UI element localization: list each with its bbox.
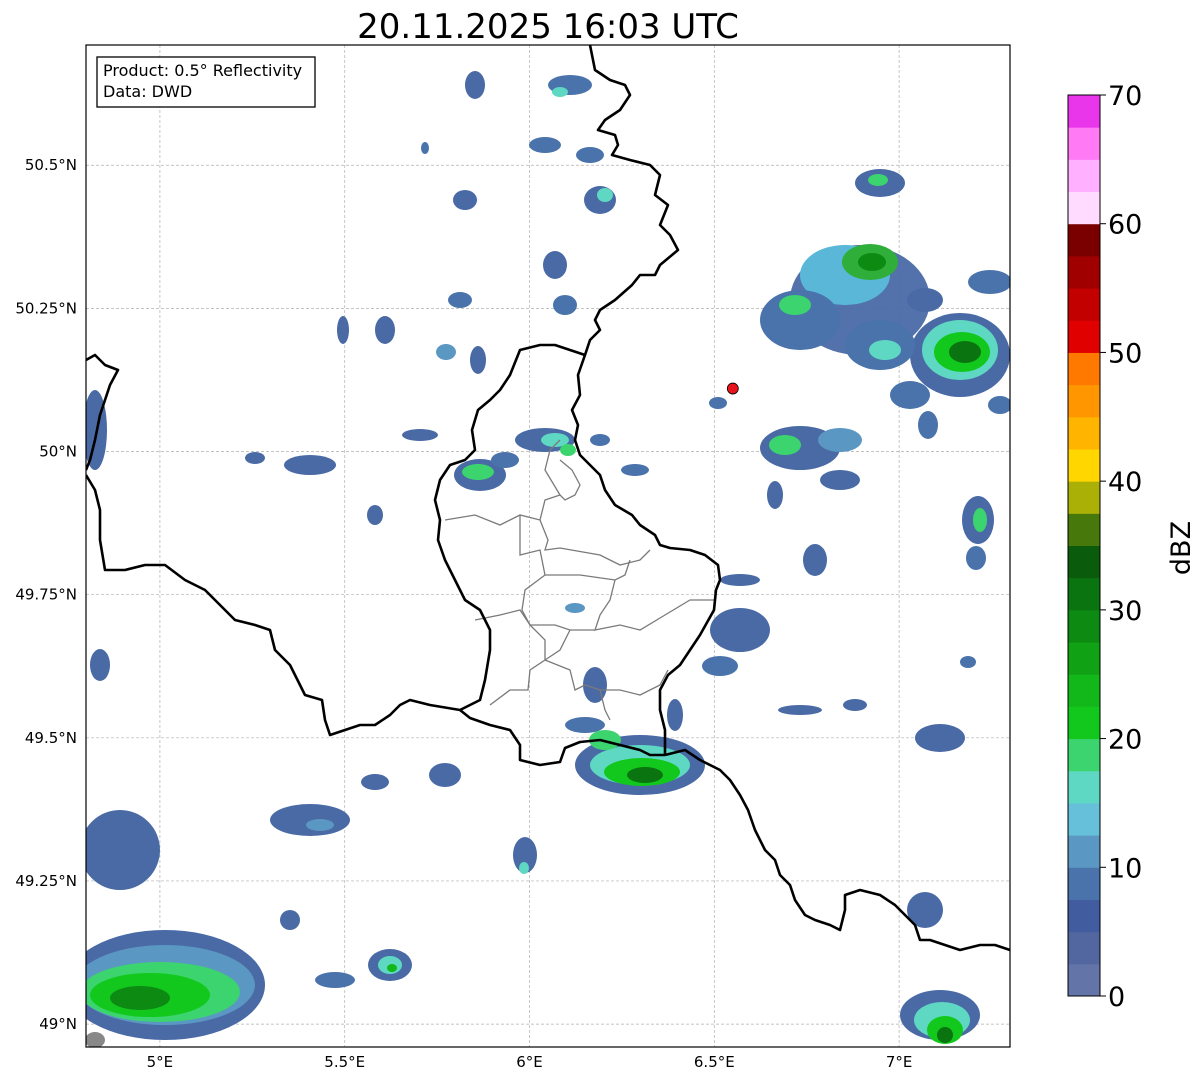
colorbar-segment [1068,770,1100,804]
colorbar-segment [1068,288,1100,321]
latitude-labels: 50.5°N 50.25°N 50°N 49.75°N 49.5°N 49.25°N 49°… [15,156,77,1033]
lat-tick-label: 49.75°N [15,586,77,604]
colorbar-segment [1068,255,1100,289]
lon-tick-label: 7°E [886,1053,913,1071]
colorbar-tick-label: 50 [1108,338,1142,369]
colorbar-segment [1068,191,1100,225]
longitude-labels: 5°E 5.5°E 6°E 6.5°E 7°E [147,1053,913,1071]
colorbar-segment [1068,642,1100,675]
radar-site-marker [726,382,739,395]
colorbar-tick-label: 70 [1108,81,1142,112]
colorbar-segment [1068,416,1100,450]
colorbar-segment [1068,384,1100,418]
lat-tick-label: 50.5°N [25,156,77,174]
colorbar-tick-label: 40 [1108,467,1142,498]
colorbar-segment [1068,674,1100,707]
colorbar-tick-label: 20 [1108,725,1142,756]
colorbar-segment [1068,95,1100,128]
colorbar-segment [1068,931,1100,965]
info-box: Product: 0.5° Reflectivity Data: DWD [96,56,316,108]
map-title: 20.11.2025 16:03 UTC [357,7,739,47]
lon-tick-label: 6.5°E [694,1053,735,1071]
colorbar-tick-label: 60 [1108,210,1142,241]
colorbar-segment [1068,223,1100,257]
colorbar-tick-label: 10 [1108,853,1142,884]
colorbar-segment [1068,706,1100,740]
colorbar-segment [1068,802,1100,836]
lon-tick-label: 6°E [516,1053,543,1071]
radar-map-figure: 20.11.2025 16:03 UTC Product: 0.5° Refle… [0,0,1202,1081]
colorbar-segment [1068,577,1100,611]
info-data-source: Data: DWD [103,82,192,101]
colorbar-segment [1068,545,1100,579]
colorbar-segment [1068,835,1100,868]
colorbar-tick-label: 30 [1108,596,1142,627]
colorbar-segment [1068,448,1100,482]
lat-tick-label: 50.25°N [15,299,77,317]
colorbar-segment [1068,738,1100,772]
lat-tick-label: 49°N [39,1015,77,1033]
lat-tick-label: 50°N [39,443,77,461]
colorbar-segment [1068,352,1100,386]
colorbar-segment [1068,481,1100,514]
colorbar-segment [1068,963,1100,997]
colorbar-ticks: 0 10 20 30 40 50 60 70 [1100,81,1142,1013]
lon-tick-label: 5°E [147,1053,174,1071]
colorbar-segment [1068,513,1100,546]
colorbar-segment [1068,127,1100,160]
lon-tick-label: 5.5°E [324,1053,365,1071]
colorbar [1067,94,1101,997]
lat-tick-label: 49.5°N [25,729,77,747]
colorbar-label: dBZ [1166,521,1197,575]
info-product: Product: 0.5° Reflectivity [103,61,302,80]
colorbar-segment [1068,899,1100,933]
colorbar-segment [1068,867,1100,900]
colorbar-segment [1068,609,1100,643]
colorbar-tick-label: 0 [1108,982,1125,1013]
colorbar-segment [1068,320,1100,353]
lat-tick-label: 49.25°N [15,872,77,890]
colorbar-segment [1068,159,1100,193]
